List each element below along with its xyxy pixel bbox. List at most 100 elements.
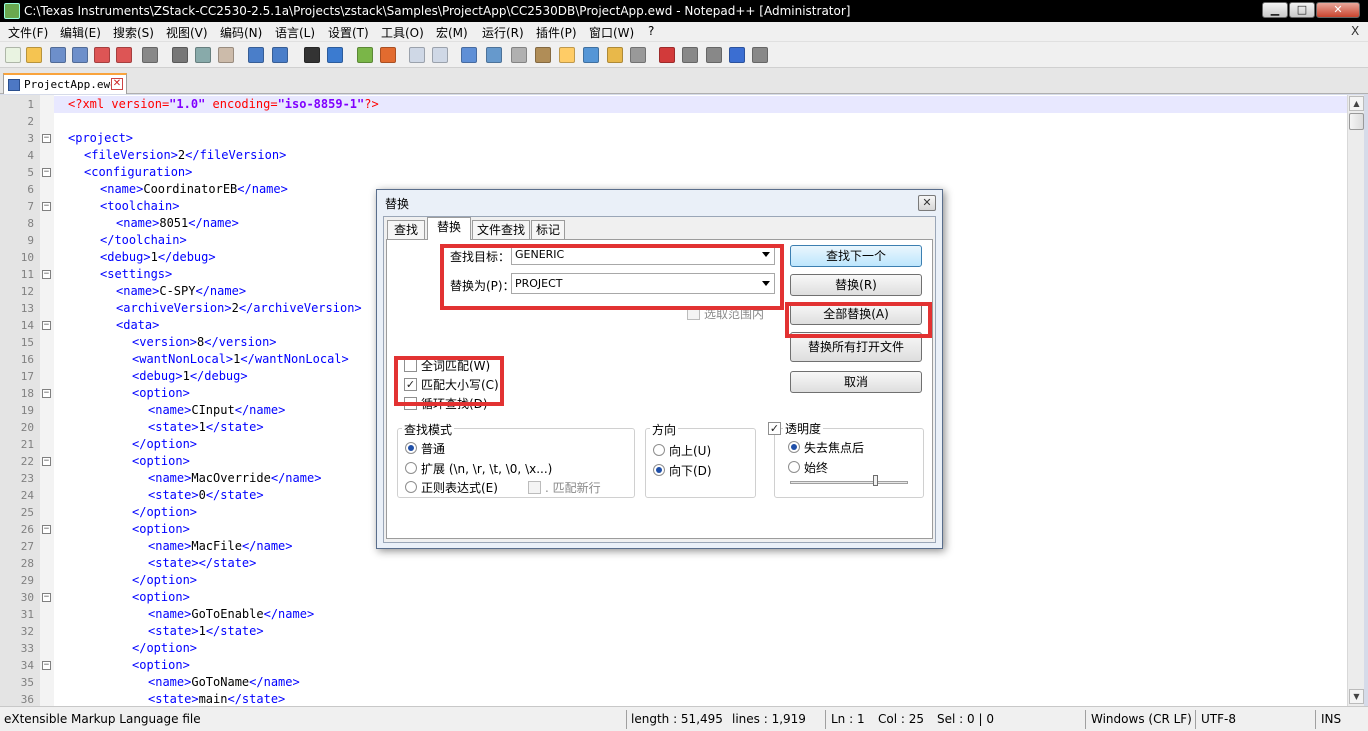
menu-search[interactable]: 搜索(S)	[113, 24, 154, 41]
code-token: </option>	[132, 573, 198, 587]
save-icon[interactable]	[50, 47, 66, 63]
fold-toggle-icon[interactable]: −	[42, 525, 51, 534]
direction-up-radio[interactable]	[653, 444, 665, 456]
replace-button[interactable]: 替换(R)	[790, 274, 922, 296]
close-icon[interactable]	[94, 47, 110, 63]
undo-icon[interactable]	[248, 47, 264, 63]
close-window-button[interactable]: ✕	[1316, 2, 1360, 18]
tab-replace[interactable]: 替换	[427, 217, 471, 240]
replace-icon[interactable]	[327, 47, 343, 63]
fold-toggle-icon[interactable]: −	[42, 661, 51, 670]
replace-all-open-docs-button[interactable]: 替换所有打开文件	[790, 332, 922, 362]
zoom-out-icon[interactable]	[380, 47, 396, 63]
menu-run[interactable]: 运行(R)	[482, 24, 524, 41]
match-case-checkbox[interactable]: ✓	[404, 378, 417, 391]
user-lang-icon[interactable]	[535, 47, 551, 63]
run-macro-multiple-icon[interactable]	[729, 47, 745, 63]
minimize-button[interactable]: ▁	[1262, 2, 1288, 18]
status-ln: Ln : 1	[831, 712, 865, 726]
code-token: <option>	[132, 658, 190, 672]
whole-word-checkbox[interactable]	[404, 359, 417, 372]
dot-matches-newline-checkbox[interactable]	[528, 481, 541, 494]
find-next-button[interactable]: 查找下一个	[790, 245, 922, 267]
doc-map-icon[interactable]	[559, 47, 575, 63]
play-macro-icon[interactable]	[706, 47, 722, 63]
search-mode-extended-radio[interactable]	[405, 462, 417, 474]
transparency-lose-focus-radio[interactable]	[788, 441, 800, 453]
save-macro-icon[interactable]	[752, 47, 768, 63]
fold-toggle-icon[interactable]: −	[42, 270, 51, 279]
in-selection-checkbox[interactable]	[687, 307, 700, 320]
fold-toggle-icon[interactable]: −	[42, 321, 51, 330]
fold-toggle-icon[interactable]: −	[42, 457, 51, 466]
paste-icon[interactable]	[218, 47, 234, 63]
code-text: <toolchain>	[100, 198, 179, 215]
direction-down-radio[interactable]	[653, 464, 665, 476]
transparency-slider-thumb[interactable]	[872, 475, 878, 486]
zoom-in-icon[interactable]	[357, 47, 373, 63]
copy-icon[interactable]	[195, 47, 211, 63]
cut-icon[interactable]	[172, 47, 188, 63]
menu-help[interactable]: ?	[648, 24, 654, 38]
monitor-icon[interactable]	[630, 47, 646, 63]
replace-all-button[interactable]: 全部替换(A)	[790, 303, 922, 325]
indent-guide-icon[interactable]	[511, 47, 527, 63]
menu-window[interactable]: 窗口(W)	[589, 24, 634, 41]
menu-edit[interactable]: 编辑(E)	[60, 24, 101, 41]
tab-find[interactable]: 查找	[387, 220, 425, 239]
transparency-slider-track[interactable]	[790, 481, 908, 484]
menu-encoding[interactable]: 编码(N)	[220, 24, 262, 41]
search-mode-regex-radio[interactable]	[405, 481, 417, 493]
vertical-scrollbar[interactable]: ▲ ▼	[1347, 95, 1364, 706]
open-file-icon[interactable]	[26, 47, 42, 63]
search-mode-normal-radio[interactable]	[405, 442, 417, 454]
menu-language[interactable]: 语言(L)	[275, 24, 315, 41]
menu-settings[interactable]: 设置(T)	[328, 24, 369, 41]
close-all-icon[interactable]	[116, 47, 132, 63]
sync-horizontal-icon[interactable]	[432, 47, 448, 63]
find-icon[interactable]	[304, 47, 320, 63]
menu-plugins[interactable]: 插件(P)	[536, 24, 577, 41]
scroll-thumb[interactable]	[1349, 113, 1364, 130]
status-filetype: eXtensible Markup Language file	[4, 712, 201, 726]
chevron-down-icon[interactable]	[762, 281, 770, 286]
transparency-checkbox[interactable]: ✓	[768, 422, 781, 435]
tab-close-icon[interactable]: ✕	[111, 78, 123, 90]
wrap-around-checkbox[interactable]	[404, 397, 417, 410]
maximize-button[interactable]: □	[1289, 2, 1315, 18]
tab-projectapp-ewd[interactable]: ProjectApp.ewd ✕	[3, 73, 127, 94]
word-wrap-icon[interactable]	[461, 47, 477, 63]
redo-icon[interactable]	[272, 47, 288, 63]
menu-close-doc-button[interactable]: X	[1351, 24, 1359, 38]
function-list-icon[interactable]	[583, 47, 599, 63]
menu-file[interactable]: 文件(F)	[8, 24, 48, 41]
fold-toggle-icon[interactable]: −	[42, 389, 51, 398]
tab-mark[interactable]: 标记	[531, 220, 565, 239]
show-all-chars-icon[interactable]	[486, 47, 502, 63]
new-file-icon[interactable]	[5, 47, 21, 63]
transparency-always-radio[interactable]	[788, 461, 800, 473]
print-icon[interactable]	[142, 47, 158, 63]
menu-macro[interactable]: 宏(M)	[436, 24, 468, 41]
tab-find-in-files[interactable]: 文件查找	[472, 220, 530, 239]
fold-toggle-icon[interactable]: −	[42, 593, 51, 602]
fold-toggle-icon[interactable]: −	[42, 202, 51, 211]
menu-tools[interactable]: 工具(O)	[381, 24, 424, 41]
folder-workspace-icon[interactable]	[607, 47, 623, 63]
line-number: 6	[27, 183, 34, 196]
sync-vertical-icon[interactable]	[409, 47, 425, 63]
dialog-close-button[interactable]: ✕	[918, 195, 936, 211]
menu-view[interactable]: 视图(V)	[166, 24, 208, 41]
status-mode: INS	[1321, 712, 1342, 726]
record-macro-icon[interactable]	[659, 47, 675, 63]
scroll-down-arrow-icon[interactable]: ▼	[1349, 689, 1364, 704]
fold-toggle-icon[interactable]: −	[42, 134, 51, 143]
scroll-up-arrow-icon[interactable]: ▲	[1349, 96, 1364, 111]
replace-with-combobox[interactable]: PROJECT	[511, 273, 775, 294]
chevron-down-icon[interactable]	[762, 252, 770, 257]
fold-toggle-icon[interactable]: −	[42, 168, 51, 177]
find-what-combobox[interactable]: GENERIC	[511, 244, 775, 265]
save-all-icon[interactable]	[72, 47, 88, 63]
cancel-button[interactable]: 取消	[790, 371, 922, 393]
stop-macro-icon[interactable]	[682, 47, 698, 63]
